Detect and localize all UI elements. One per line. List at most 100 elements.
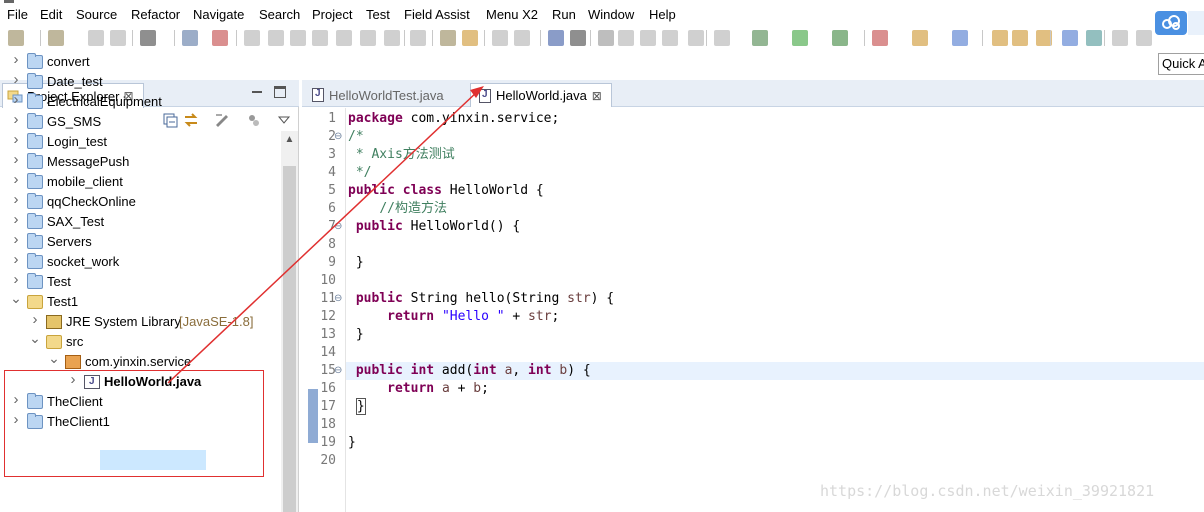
toolbar-button-icon[interactable] xyxy=(832,30,848,46)
chevron-right-icon[interactable]: › xyxy=(10,192,22,207)
toolbar-button-icon[interactable] xyxy=(714,30,730,46)
tree-item-date-test[interactable]: › Date_test xyxy=(0,72,280,92)
menu-test[interactable]: Test xyxy=(360,5,396,25)
chevron-right-icon[interactable]: › xyxy=(10,232,22,247)
tree-item-src[interactable]: ⌄ src xyxy=(0,331,280,352)
code-line[interactable]: } xyxy=(348,326,364,344)
menu-project[interactable]: Project xyxy=(306,5,358,25)
tree-item-convert[interactable]: › convert xyxy=(0,52,280,72)
chevron-right-icon[interactable]: › xyxy=(10,272,22,287)
menu-navigate[interactable]: Navigate xyxy=(187,5,250,25)
chevron-right-icon[interactable]: › xyxy=(10,72,22,87)
toolbar-button-icon[interactable] xyxy=(336,30,352,46)
toolbar-button-icon[interactable] xyxy=(268,30,284,46)
toolbar-button-icon[interactable] xyxy=(598,30,614,46)
quick-access-input[interactable]: Quick A xyxy=(1158,53,1204,75)
toolbar-button-icon[interactable] xyxy=(48,30,64,46)
toolbar-button-icon[interactable] xyxy=(752,30,768,46)
cloud-menu-button[interactable] xyxy=(1188,11,1204,35)
chevron-down-icon[interactable]: ⌄ xyxy=(10,291,22,305)
close-icon[interactable]: ⊠ xyxy=(592,89,602,103)
chevron-down-icon[interactable]: ⌄ xyxy=(29,331,41,345)
toolbar-button-icon[interactable] xyxy=(462,30,478,46)
code-line[interactable]: public int add(int a, int b) { xyxy=(348,362,591,380)
scroll-up-icon[interactable]: ▲ xyxy=(281,131,298,148)
tree-item-servers[interactable]: › Servers xyxy=(0,232,280,252)
code-line[interactable]: return a + b; xyxy=(348,380,489,398)
tab-helloworld[interactable]: HelloWorld.java ⊠ xyxy=(470,83,612,107)
menu-refactor[interactable]: Refactor xyxy=(125,5,186,25)
toolbar-button-icon[interactable] xyxy=(88,30,104,46)
toolbar-button-icon[interactable] xyxy=(312,30,328,46)
chevron-down-icon[interactable]: ⌄ xyxy=(48,351,60,365)
toolbar-button-icon[interactable] xyxy=(492,30,508,46)
toolbar-button-icon[interactable] xyxy=(640,30,656,46)
code-line[interactable]: } xyxy=(348,434,356,452)
tree-item-test[interactable]: › Test xyxy=(0,272,280,292)
code-line[interactable]: */ xyxy=(348,164,372,182)
code-line[interactable]: return "Hello " + str; xyxy=(348,308,559,326)
toolbar-button-icon[interactable] xyxy=(1062,30,1078,46)
toolbar-button-icon[interactable] xyxy=(1086,30,1102,46)
tree-item-socket-work[interactable]: › socket_work xyxy=(0,252,280,272)
toolbar-button-icon[interactable] xyxy=(1112,30,1128,46)
cloud-icon[interactable] xyxy=(1155,11,1187,35)
toolbar-button-icon[interactable] xyxy=(1012,30,1028,46)
tree-item-electricalequipment[interactable]: › ElectricalEquipment xyxy=(0,92,280,112)
explorer-scrollbar-thumb[interactable] xyxy=(283,166,296,512)
fold-icon[interactable]: ⊖ xyxy=(334,362,342,380)
toolbar-button-icon[interactable] xyxy=(212,30,228,46)
toolbar-button-icon[interactable] xyxy=(360,30,376,46)
chevron-right-icon[interactable]: › xyxy=(10,152,22,167)
toolbar-button-icon[interactable] xyxy=(662,30,678,46)
code-line[interactable]: /* xyxy=(348,128,364,146)
tab-helloworldtest[interactable]: HelloWorldTest.java xyxy=(304,83,466,107)
tree-item-qqcheckonline[interactable]: › qqCheckOnline xyxy=(0,192,280,212)
toolbar-button-icon[interactable] xyxy=(384,30,400,46)
code-line[interactable]: public String hello(String str) { xyxy=(348,290,614,308)
menu-window[interactable]: Window xyxy=(582,5,640,25)
toolbar-button-icon[interactable] xyxy=(290,30,306,46)
toolbar-button-icon[interactable] xyxy=(688,30,704,46)
chevron-right-icon[interactable]: › xyxy=(10,92,22,107)
tree-item-mobile-client[interactable]: › mobile_client xyxy=(0,172,280,192)
toolbar-button-icon[interactable] xyxy=(1136,30,1152,46)
code-line[interactable]: //构造方法 xyxy=(348,200,447,218)
menu-source[interactable]: Source xyxy=(70,5,123,25)
toolbar-button-icon[interactable] xyxy=(8,30,24,46)
code-line[interactable]: public class HelloWorld { xyxy=(348,182,544,200)
menu-menu-x2[interactable]: Menu X2 xyxy=(480,5,544,25)
chevron-right-icon[interactable]: › xyxy=(10,212,22,227)
toolbar-button-icon[interactable] xyxy=(912,30,928,46)
code-line[interactable]: * Axis方法测试 xyxy=(348,146,455,164)
menu-field-assist[interactable]: Field Assist xyxy=(398,5,476,25)
code-line[interactable]: } xyxy=(348,254,364,272)
toolbar-button-icon[interactable] xyxy=(514,30,530,46)
toolbar-button-icon[interactable] xyxy=(872,30,888,46)
toolbar-button-icon[interactable] xyxy=(182,30,198,46)
chevron-right-icon[interactable]: › xyxy=(10,252,22,267)
fold-icon[interactable]: ⊖ xyxy=(334,290,342,308)
toolbar-button-icon[interactable] xyxy=(110,30,126,46)
menu-file[interactable]: File xyxy=(1,5,34,25)
tree-item-jre-system-library[interactable]: › JRE System Library [JavaSE-1.8] xyxy=(0,312,280,332)
tree-item-com-yinxin-service[interactable]: ⌄ com.yinxin.service xyxy=(0,351,280,372)
code-line[interactable]: } xyxy=(348,398,366,416)
toolbar-button-icon[interactable] xyxy=(992,30,1008,46)
menu-edit[interactable]: Edit xyxy=(34,5,68,25)
toolbar-button-icon[interactable] xyxy=(792,30,808,46)
chevron-right-icon[interactable]: › xyxy=(10,112,22,127)
toolbar-button-icon[interactable] xyxy=(570,30,586,46)
chevron-right-icon[interactable]: › xyxy=(10,132,22,147)
tree-item-login-test[interactable]: › Login_test xyxy=(0,132,280,152)
code-line[interactable]: package com.yinxin.service; xyxy=(348,110,559,128)
toolbar-button-icon[interactable] xyxy=(140,30,156,46)
toolbar-button-icon[interactable] xyxy=(410,30,426,46)
menu-search[interactable]: Search xyxy=(253,5,306,25)
tree-item-gs-sms[interactable]: › GS_SMS xyxy=(0,112,280,132)
code-area[interactable]: package com.yinxin.service;/* * Axis方法测试… xyxy=(345,108,1204,512)
toolbar-button-icon[interactable] xyxy=(440,30,456,46)
tree-item-sax-test[interactable]: › SAX_Test xyxy=(0,212,280,232)
chevron-right-icon[interactable]: › xyxy=(10,52,22,67)
tree-item-messagepush[interactable]: › MessagePush xyxy=(0,152,280,172)
